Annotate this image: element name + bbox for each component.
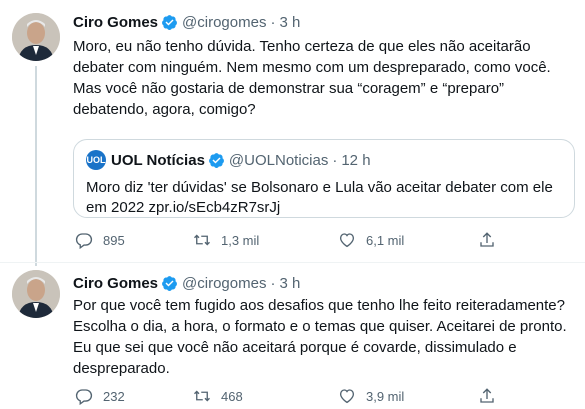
author-handle[interactable]: @cirogomes: [182, 14, 266, 31]
quoted-tweet-header: UOL UOL Notícias @UOLNoticias · 12 h: [86, 150, 371, 170]
tweet-text-line: Por que você tem fugido aos desafios que…: [73, 297, 565, 314]
retweet-count: 468: [221, 388, 243, 404]
reply-button[interactable]: 895: [75, 231, 125, 249]
quoted-author-name[interactable]: UOL Notícias: [111, 152, 205, 169]
tweet-text: Por que você tem fugido aos desafios que…: [73, 295, 578, 379]
quoted-author-handle[interactable]: @UOLNoticias: [229, 152, 328, 169]
like-count: 3,9 mil: [366, 388, 405, 404]
tweet-header: Ciro Gomes @cirogomes · 3 h: [73, 12, 300, 32]
quoted-avatar[interactable]: UOL: [86, 150, 106, 170]
share-icon: [480, 388, 494, 403]
like-icon: [339, 233, 355, 248]
tweet-actions: 895 1,3 mil 6,1 mil: [73, 231, 513, 253]
separator-dot: ·: [332, 151, 338, 169]
share-icon: [480, 232, 494, 247]
tweet-text-line: despreparado.: [73, 360, 170, 377]
reply-count: 232: [103, 388, 125, 404]
author-name[interactable]: Ciro Gomes: [73, 14, 158, 31]
quoted-text-line[interactable]: em 2022 zpr.io/sEcb4zR7srJj: [86, 198, 553, 218]
like-count: 6,1 mil: [366, 232, 405, 248]
reply-count: 895: [103, 232, 125, 248]
retweet-button[interactable]: 468: [193, 387, 243, 405]
like-button[interactable]: 3,9 mil: [338, 387, 404, 405]
tweet-text-line: Moro, eu não tenho dúvida. Tenho certeza…: [73, 38, 531, 55]
thread-line: [35, 66, 37, 266]
timestamp[interactable]: 3 h: [279, 14, 300, 31]
tweet-text-line: debatendo, agora, comigo?: [73, 101, 256, 118]
timestamp[interactable]: 3 h: [279, 275, 300, 292]
retweet-icon: [194, 234, 210, 246]
share-button[interactable]: [478, 231, 506, 249]
quoted-text-line: Moro diz 'ter dúvidas' se Bolsonaro e Lu…: [86, 179, 553, 196]
avatar[interactable]: [12, 13, 60, 61]
tweet-1[interactable]: Ciro Gomes @cirogomes · 3 h Moro, eu não…: [0, 0, 585, 266]
retweet-count: 1,3 mil: [221, 232, 260, 248]
tweet-text-line: Eu que sei que você não aceitará porque …: [73, 339, 517, 356]
tweet-header: Ciro Gomes @cirogomes · 3 h: [73, 273, 300, 293]
tweet-text-line: Mas você não gostaria de demonstrar sua …: [73, 80, 505, 97]
reply-icon: [75, 389, 93, 405]
retweet-icon: [194, 390, 210, 402]
retweet-button[interactable]: 1,3 mil: [193, 231, 259, 249]
verified-badge-icon: [162, 275, 177, 291]
verified-badge-icon: [208, 152, 224, 168]
share-button[interactable]: [478, 387, 506, 405]
like-button[interactable]: 6,1 mil: [338, 231, 404, 249]
separator-dot: ·: [270, 13, 276, 31]
tweet-2[interactable]: Ciro Gomes @cirogomes · 3 h Por que você…: [0, 263, 585, 405]
separator-dot: ·: [270, 274, 276, 292]
quoted-tweet[interactable]: UOL UOL Notícias @UOLNoticias · 12 h Mor…: [73, 139, 575, 218]
reply-button[interactable]: 232: [75, 387, 125, 405]
reply-icon: [75, 233, 93, 249]
tweet-actions: 232 468 3,9 mil: [73, 387, 513, 409]
author-handle[interactable]: @cirogomes: [182, 275, 266, 292]
quoted-tweet-text: Moro diz 'ter dúvidas' se Bolsonaro e Lu…: [86, 178, 553, 218]
tweet-text-line: debater com ninguém. Nem mesmo com um de…: [73, 59, 551, 76]
quoted-timestamp[interactable]: 12 h: [341, 152, 370, 169]
like-icon: [339, 389, 355, 404]
verified-badge-icon: [162, 14, 177, 30]
avatar[interactable]: [12, 270, 60, 318]
author-name[interactable]: Ciro Gomes: [73, 275, 158, 292]
tweet-text-line: Escolha o dia, a hora, o formato e o tem…: [73, 318, 567, 335]
tweet-text: Moro, eu não tenho dúvida. Tenho certeza…: [73, 36, 578, 120]
